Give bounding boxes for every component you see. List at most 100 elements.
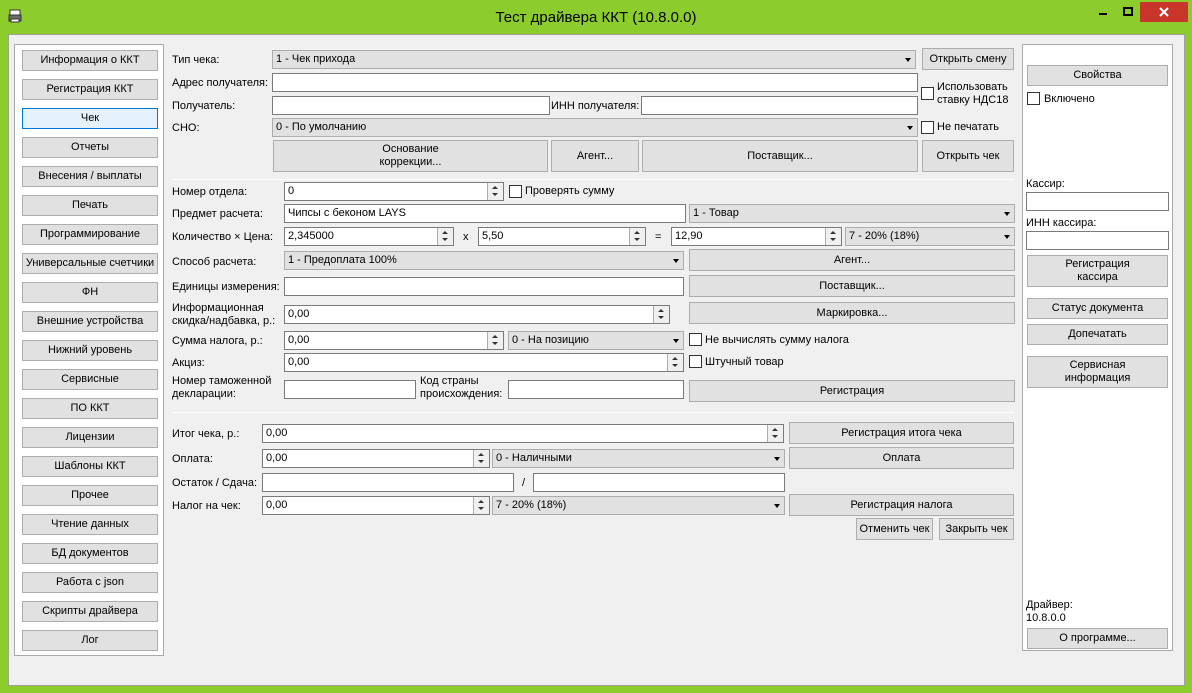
unit-label: Единицы измерения: [172,281,280,293]
piece-goods-checkbox[interactable] [689,355,702,368]
minimize-button[interactable] [1090,2,1116,22]
tax-mode-select[interactable]: 0 - На позицию [508,331,684,350]
spinner-arrows-icon[interactable] [487,332,503,349]
total-spinner[interactable]: 12,90 [671,227,842,246]
customs-label: Номер таможенной декларации: [172,375,272,400]
sidebar-item[interactable]: Работа с json [22,572,158,593]
maximize-button[interactable] [1116,2,1140,22]
discount-label: Информационная скидка/надбавка, р.: [172,302,276,327]
sidebar-item[interactable]: Печать [22,195,158,216]
cashier-inn-input[interactable] [1026,231,1169,250]
excise-spinner[interactable]: 0,00 [284,353,684,372]
pay-button[interactable]: Оплата [789,447,1014,469]
check-sum-checkbox[interactable] [509,185,522,198]
properties-button[interactable]: Свойства [1027,65,1168,86]
register-cashier-button[interactable]: Регистрация кассира [1027,255,1168,287]
sidebar-item[interactable]: Нижний уровень [22,340,158,361]
reprint-button[interactable]: Допечатать [1027,324,1168,345]
sidebar-item[interactable]: Универсальные счетчики [22,253,158,274]
sidebar-item[interactable]: Программирование [22,224,158,245]
receipt-tax-type-select[interactable]: 7 - 20% (18%) [492,496,785,515]
country-input[interactable] [508,380,684,399]
subject-type-select[interactable]: 1 - Товар [689,204,1015,223]
spinner-arrows-icon[interactable] [473,497,489,514]
check-sum-label: Проверять сумму [525,185,615,197]
address-input[interactable] [272,73,918,92]
subject-input[interactable]: Чипсы с беконом LAYS [284,204,686,223]
tax-sum-value: 0,00 [288,334,310,346]
sidebar-item[interactable]: БД документов [22,543,158,564]
position-agent-button[interactable]: Агент... [689,249,1015,271]
doc-status-button[interactable]: Статус документа [1027,298,1168,319]
enabled-checkbox[interactable] [1027,92,1040,105]
vat-select[interactable]: 7 - 20% (18%) [845,227,1015,246]
separator [172,179,1014,180]
sidebar-item[interactable]: Сервисные [22,369,158,390]
no-print-checkbox[interactable] [921,121,934,134]
spinner-arrows-icon[interactable] [767,425,783,442]
sidebar-item[interactable]: Скрипты драйвера [22,601,158,622]
service-info-button[interactable]: Сервисная информация [1027,356,1168,388]
price-spinner[interactable]: 5,50 [478,227,646,246]
sidebar-item[interactable]: Отчеты [22,137,158,158]
no-calc-tax-checkbox[interactable] [689,333,702,346]
spinner-arrows-icon[interactable] [667,354,683,371]
position-supplier-button[interactable]: Поставщик... [689,275,1015,297]
sidebar-item[interactable]: Лог [22,630,158,651]
close-receipt-button[interactable]: Закрыть чек [939,518,1014,540]
inn-recipient-input[interactable] [641,96,918,115]
method-select[interactable]: 1 - Предоплата 100% [284,251,684,270]
sidebar-item[interactable]: Чтение данных [22,514,158,535]
close-button[interactable] [1140,2,1188,22]
spinner-arrows-icon[interactable] [653,306,669,323]
sidebar-item[interactable]: Внешние устройства [22,311,158,332]
sidebar-item[interactable]: Прочее [22,485,158,506]
sidebar-item[interactable]: Шаблоны ККТ [22,456,158,477]
tax-mode-value: 0 - На позицию [512,334,589,346]
sidebar-item[interactable]: Регистрация ККТ [22,79,158,100]
sidebar-item[interactable]: ПО ККТ [22,398,158,419]
receipt-supplier-button[interactable]: Поставщик... [642,140,918,172]
sno-select[interactable]: 0 - По умолчанию [272,118,918,137]
qty-spinner[interactable]: 2,345000 [284,227,454,246]
discount-spinner[interactable]: 0,00 [284,305,670,324]
dept-spinner[interactable]: 0 [284,182,504,201]
payment-type-select[interactable]: 0 - Наличными [492,449,785,468]
tax-sum-spinner[interactable]: 0,00 [284,331,504,350]
spinner-arrows-icon[interactable] [473,450,489,467]
marking-button[interactable]: Маркировка... [689,302,1015,324]
sidebar-item[interactable]: Внесения / выплаты [22,166,158,187]
sidebar-item[interactable]: Лицензии [22,427,158,448]
piece-goods-label: Штучный товар [705,356,784,368]
sidebar-item[interactable]: ФН [22,282,158,303]
tax-sum-label: Сумма налога, р.: [172,335,263,347]
receipt-agent-button[interactable]: Агент... [551,140,639,172]
window-title: Тест драйвера ККТ (10.8.0.0) [495,9,697,26]
sidebar-item[interactable]: Информация о ККТ [22,50,158,71]
about-button[interactable]: О программе... [1027,628,1168,649]
receipt-type-select[interactable]: 1 - Чек прихода [272,50,916,69]
open-receipt-button[interactable]: Открыть чек [922,140,1014,172]
spinner-arrows-icon[interactable] [825,228,841,245]
spinner-arrows-icon[interactable] [437,228,453,245]
correction-basis-button[interactable]: Основание коррекции... [273,140,548,172]
customs-input[interactable] [284,380,416,399]
cancel-receipt-button[interactable]: Отменить чек [856,518,933,540]
payment-spinner[interactable]: 0,00 [262,449,490,468]
sidebar-item[interactable]: Чек [22,108,158,129]
country-label: Код страны происхождения: [420,375,503,400]
register-total-button[interactable]: Регистрация итога чека [789,422,1014,444]
receipt-total-spinner[interactable]: 0,00 [262,424,784,443]
unit-input[interactable] [284,277,684,296]
rest-input[interactable] [262,473,514,492]
open-shift-button[interactable]: Открыть смену [922,48,1014,70]
change-input[interactable] [533,473,785,492]
spinner-arrows-icon[interactable] [487,183,503,200]
use-vat18-checkbox[interactable] [921,87,934,100]
spinner-arrows-icon[interactable] [629,228,645,245]
register-position-button[interactable]: Регистрация [689,380,1015,402]
receipt-tax-spinner[interactable]: 0,00 [262,496,490,515]
register-tax-button[interactable]: Регистрация налога [789,494,1014,516]
cashier-input[interactable] [1026,192,1169,211]
recipient-input[interactable] [272,96,550,115]
